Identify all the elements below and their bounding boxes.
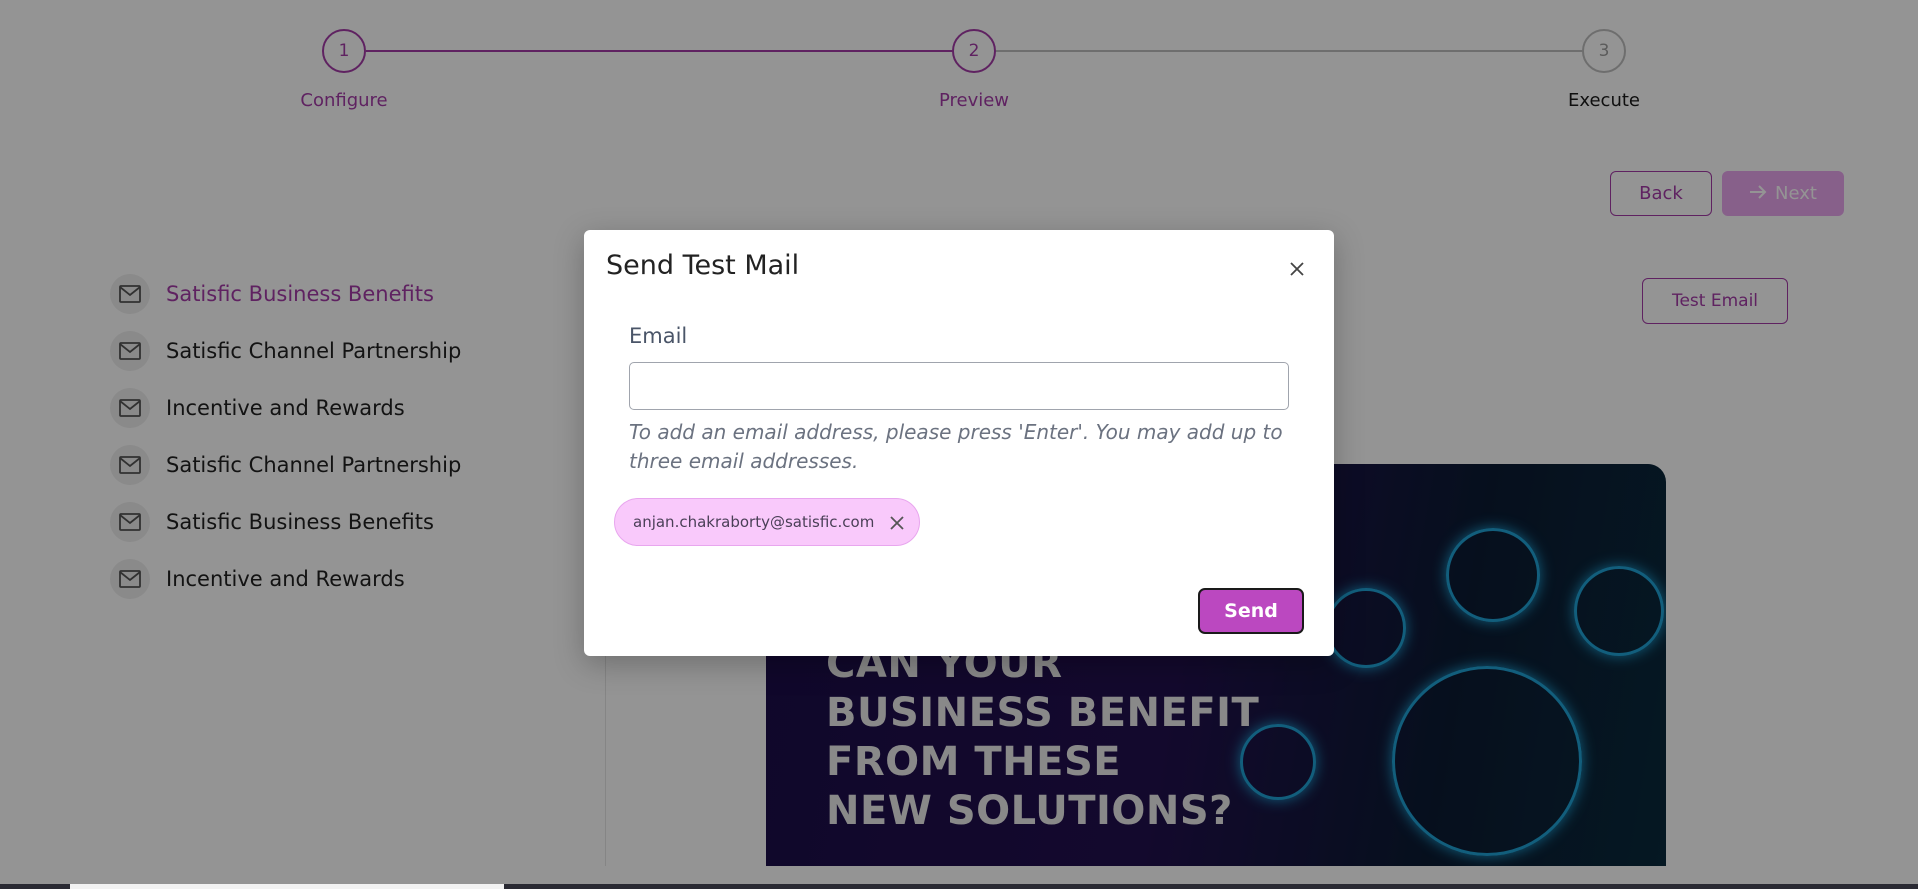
remove-chip-icon[interactable] — [889, 515, 905, 531]
email-chip-label: anjan.chakraborty@satisfic.com — [633, 513, 875, 531]
close-icon[interactable] — [1286, 258, 1308, 280]
send-test-mail-dialog: Send Test Mail Email To add an email add… — [584, 230, 1334, 656]
dialog-title: Send Test Mail — [606, 250, 800, 281]
email-hint-text: To add an email address, please press 'E… — [629, 420, 1283, 473]
send-button-label: Send — [1224, 600, 1278, 622]
email-field-label: Email — [629, 324, 688, 348]
email-field[interactable] — [629, 362, 1289, 410]
send-button[interactable]: Send — [1198, 588, 1304, 634]
taskbar-strip-highlight — [70, 884, 504, 889]
email-chip: anjan.chakraborty@satisfic.com — [614, 498, 920, 546]
